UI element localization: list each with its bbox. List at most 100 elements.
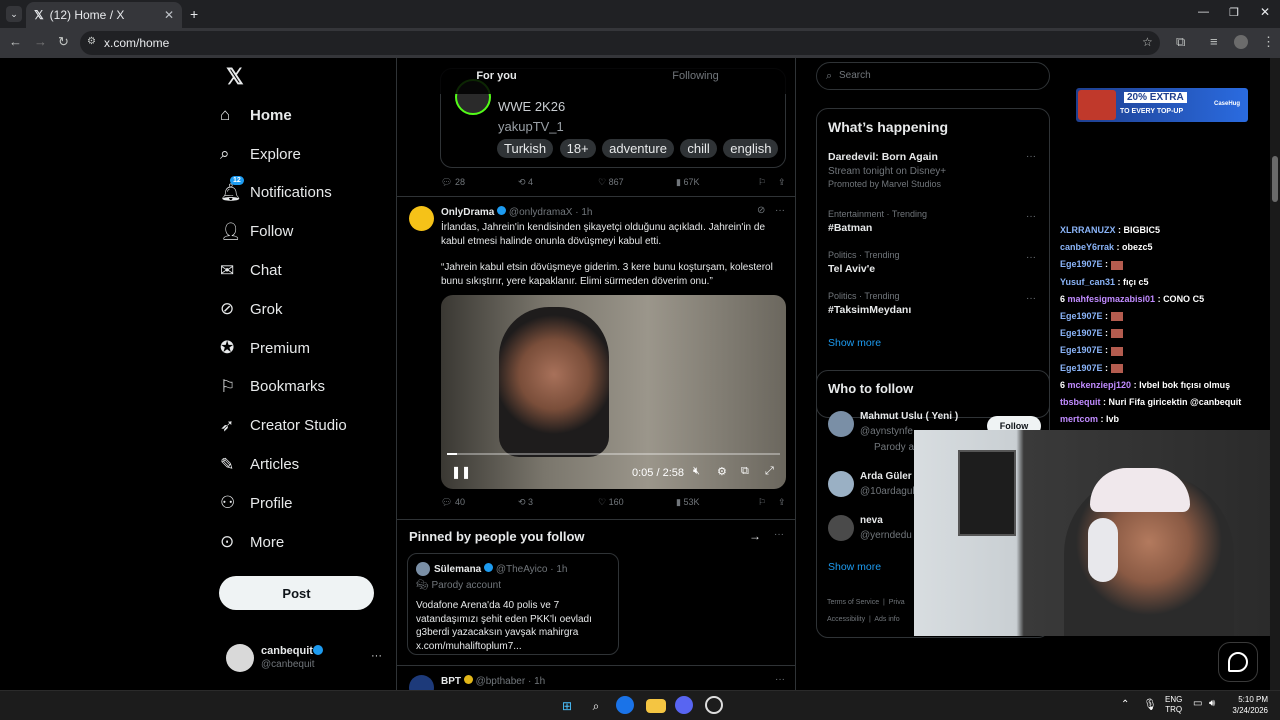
repost-button[interactable]: ⟲ 3 (518, 497, 598, 508)
chrome-icon[interactable] (616, 696, 634, 714)
like-button[interactable]: ♡ 160 (598, 497, 676, 508)
url-field[interactable]: ⚙ x.com/home ☆ (80, 31, 1160, 55)
pause-icon[interactable]: ❚❚ (451, 465, 471, 479)
messages-fab[interactable] (1218, 642, 1258, 682)
start-icon[interactable]: ⊞ (557, 696, 577, 716)
nav-creator-studio[interactable]: ➶ Creator Studio (220, 406, 400, 445)
trend-more-icon[interactable]: ··· (1026, 151, 1036, 162)
author-handle[interactable]: @TheAyico · 1h (496, 564, 568, 575)
nav-premium[interactable]: ✪ Premium (220, 329, 400, 368)
tab-for-you[interactable]: For you (397, 58, 596, 94)
tab-following[interactable]: Following (596, 58, 795, 94)
nav-bookmarks[interactable]: ⚐ Bookmarks (220, 368, 400, 407)
account-more-icon[interactable]: ··· (371, 650, 382, 662)
pinned-arrow-icon[interactable]: → (749, 529, 761, 543)
taskbar-search-icon[interactable]: ⌕ (586, 696, 606, 716)
tray-chevron-icon[interactable]: ⌃ (1121, 699, 1129, 710)
fullscreen-icon[interactable]: ⤢ (765, 465, 774, 478)
nav-articles[interactable]: ✎ Articles (220, 445, 400, 484)
back-icon[interactable]: ← (9, 34, 22, 49)
scrollbar-thumb[interactable] (1272, 156, 1278, 202)
nav-explore[interactable]: ⌕ Explore (220, 135, 400, 174)
trend-more-icon[interactable]: ··· (1026, 293, 1036, 304)
like-button[interactable]: ♡ 867 (598, 177, 676, 188)
trend-more-icon[interactable]: ··· (1026, 211, 1036, 222)
show-more-link[interactable]: Show more (828, 561, 881, 573)
restore-icon[interactable]: ❐ (1229, 6, 1239, 19)
video-player[interactable]: ❚❚ 0:05 / 2:58 🔇︎ ⚙ ⧉ ⤢ (441, 295, 786, 489)
page-scrollbar[interactable] (1270, 58, 1280, 690)
forward-icon[interactable]: → (34, 34, 47, 49)
footer-links[interactable]: Terms of Service | Priva (827, 599, 905, 606)
trend-item[interactable]: Daredevil: Born Again Stream tonight on … (828, 151, 1040, 189)
tag-chip[interactable]: adventure (602, 139, 674, 158)
obs-icon[interactable] (705, 696, 723, 714)
profile-avatar-icon[interactable] (1234, 35, 1248, 49)
volume-icon[interactable]: 🔊︎ (1209, 698, 1215, 709)
author-name[interactable]: OnlyDrama (441, 207, 494, 218)
window-close-icon[interactable]: ✕ (1260, 5, 1270, 19)
bookmark-star-icon[interactable]: ☆ (1142, 35, 1153, 49)
trend-item[interactable]: Politics · Trending #TaksimMeydanı ··· (828, 291, 1040, 316)
post-more-icon[interactable]: ··· (775, 674, 785, 685)
trend-item[interactable]: Politics · Trending Tel Aviv'e ··· (828, 250, 1040, 275)
post-onlydrama[interactable]: OnlyDrama @onlydramaX · 1h ⊘ ··· İrlanda… (397, 197, 795, 519)
pip-icon[interactable]: ⧉ (741, 465, 749, 478)
microphone-icon[interactable]: 🎙︎ (1143, 698, 1157, 711)
repost-button[interactable]: ⟲ 4 (518, 177, 598, 188)
reading-list-icon[interactable]: ≡ (1210, 34, 1218, 49)
post-more-icon[interactable]: ··· (775, 205, 785, 216)
account-switcher[interactable]: canbequit @canbequit ··· (226, 644, 386, 672)
video-progress-bar[interactable] (447, 453, 780, 455)
settings-icon[interactable]: ⚙ (717, 465, 727, 478)
nav-grok[interactable]: ⊘ Grok (220, 290, 400, 329)
bookmark-icon[interactable]: ⚐ (758, 497, 778, 508)
x-logo-icon[interactable]: 𝕏 (226, 64, 244, 90)
tag-chip[interactable]: chill (680, 139, 717, 158)
new-tab-button[interactable]: + (190, 6, 198, 22)
footer-links[interactable]: Accessibility | Ads info (827, 616, 900, 623)
bookmark-icon[interactable]: ⚐ (758, 177, 778, 188)
share-icon[interactable]: ⇪ (778, 177, 786, 188)
reply-button[interactable]: 💬︎ 40 (441, 497, 518, 508)
post-bpt[interactable]: BPT @bpthaber · 1h ··· (397, 666, 795, 690)
nav-follow[interactable]: 👤︎ Follow (220, 212, 400, 251)
nav-profile[interactable]: ⚇ Profile (220, 484, 400, 523)
nav-more[interactable]: ⊙ More (220, 523, 400, 562)
site-info-icon[interactable]: ⚙ (87, 36, 96, 47)
tag-chip[interactable]: english (723, 139, 779, 158)
nav-chat[interactable]: ✉ Chat (220, 251, 400, 290)
clock[interactable]: 5:10 PM 3/24/2026 (1228, 694, 1268, 716)
show-more-link[interactable]: Show more (828, 337, 881, 349)
browser-tab[interactable]: 𝕏 (12) Home / X ✕ (26, 2, 182, 28)
post-button[interactable]: Post (219, 576, 374, 610)
tag-chip[interactable]: Turkish (497, 139, 554, 158)
tag-chip[interactable]: 18+ (559, 139, 596, 158)
language-indicator[interactable]: ENG TRQ (1165, 695, 1182, 715)
network-icon[interactable]: ▭ (1193, 698, 1202, 709)
browser-menu-icon[interactable]: ⋮ (1262, 34, 1275, 50)
nav-notifications[interactable]: 🔔︎ 12 Notifications (220, 174, 400, 213)
pinned-more-icon[interactable]: ··· (774, 529, 784, 540)
pinned-post-card[interactable]: Sülemana @TheAyico · 1h 🎭︎ Parody accoun… (407, 553, 619, 655)
trend-more-icon[interactable]: ··· (1026, 252, 1036, 263)
file-explorer-icon[interactable] (646, 699, 666, 713)
grok-icon[interactable]: ⊘ (757, 205, 765, 216)
author-name[interactable]: Sülemana (434, 564, 481, 575)
minimize-icon[interactable]: — (1198, 6, 1209, 18)
reply-button[interactable]: 💬︎ 28 (441, 177, 518, 188)
author-handle[interactable]: @bpthaber · 1h (476, 676, 546, 687)
extensions-icon[interactable]: ⧉ (1176, 34, 1185, 50)
share-icon[interactable]: ⇪ (778, 497, 786, 508)
nav-home[interactable]: ⌂ Home (220, 96, 400, 135)
reload-icon[interactable]: ↻ (58, 34, 69, 50)
trend-item[interactable]: Entertainment · Trending #Batman ··· (828, 209, 1040, 234)
tab-list-button[interactable]: ⌄ (6, 6, 22, 22)
mute-icon[interactable]: 🔇︎ (693, 465, 700, 478)
search-input[interactable]: ⌕ Search (816, 62, 1050, 90)
author-handle[interactable]: @onlydramaX · 1h (509, 207, 593, 218)
views-button[interactable]: ▮ 53K (676, 497, 758, 508)
views-button[interactable]: ▮ 67K (676, 177, 758, 188)
discord-icon[interactable] (675, 696, 693, 714)
author-name[interactable]: BPT (441, 676, 461, 687)
